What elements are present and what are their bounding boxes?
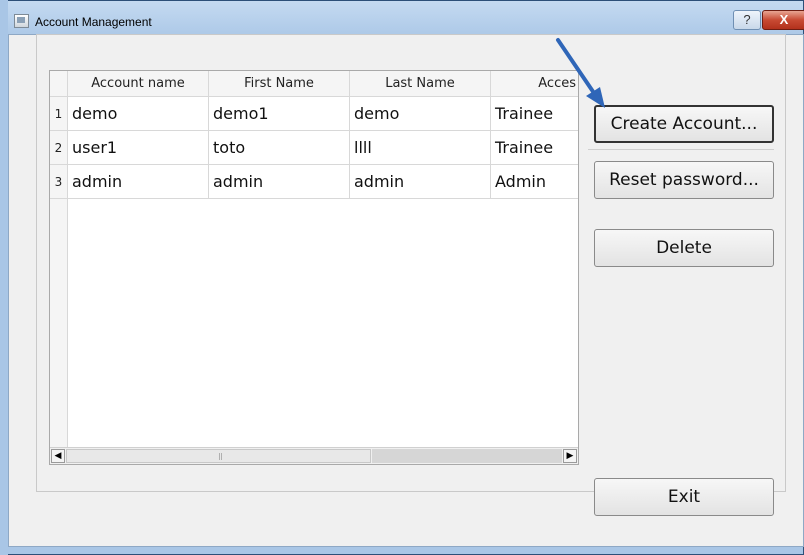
- annotation-arrow-icon: [556, 38, 605, 108]
